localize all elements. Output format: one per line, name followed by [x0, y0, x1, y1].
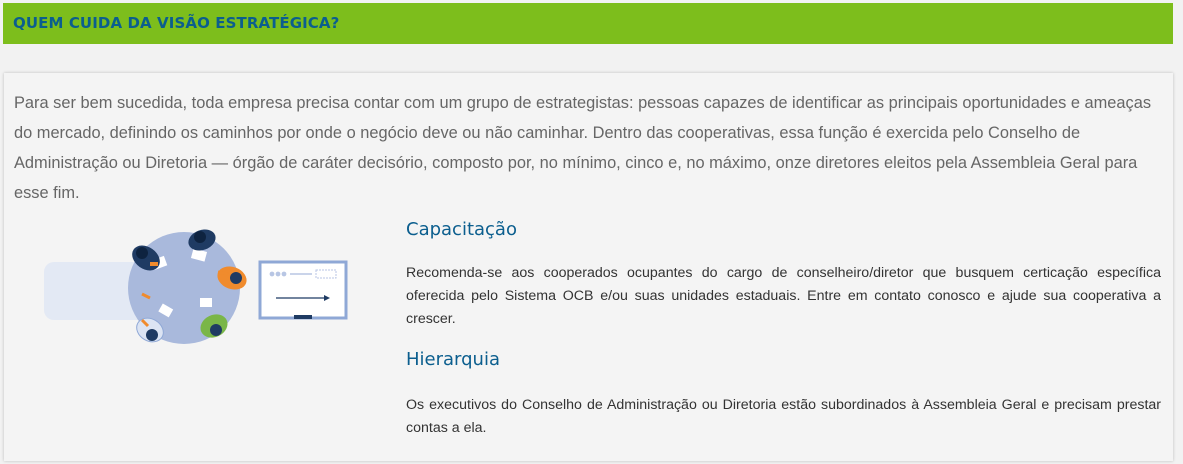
intro-paragraph: Para ser bem sucedida, toda empresa prec…: [14, 94, 1152, 202]
meeting-table-illustration: [42, 218, 352, 358]
whiteboard: [258, 260, 348, 320]
section-title: QUEM CUIDA DA VISÃO ESTRATÉGICA?: [13, 14, 340, 32]
content-card: Para ser bem sucedida, toda empresa prec…: [4, 73, 1173, 461]
section-header: QUEM CUIDA DA VISÃO ESTRATÉGICA?: [3, 3, 1173, 44]
page: QUEM CUIDA DA VISÃO ESTRATÉGICA? Para se…: [0, 0, 1183, 464]
hierarquia-block: Hierarquia Os executivos do Conselho de …: [406, 349, 1161, 440]
capacitacao-title: Capacitação: [406, 219, 517, 240]
hierarquia-text: Os executivos do Conselho de Administraç…: [406, 397, 1161, 436]
capacitacao-block: Capacitação Recomenda-se aos cooperados …: [406, 219, 1161, 331]
hierarquia-title: Hierarquia: [406, 349, 500, 370]
capacitacao-text: Recomenda-se aos cooperados ocupantes do…: [406, 265, 1161, 327]
paper: [200, 298, 212, 307]
meeting-illustration-svg: [44, 229, 348, 344]
